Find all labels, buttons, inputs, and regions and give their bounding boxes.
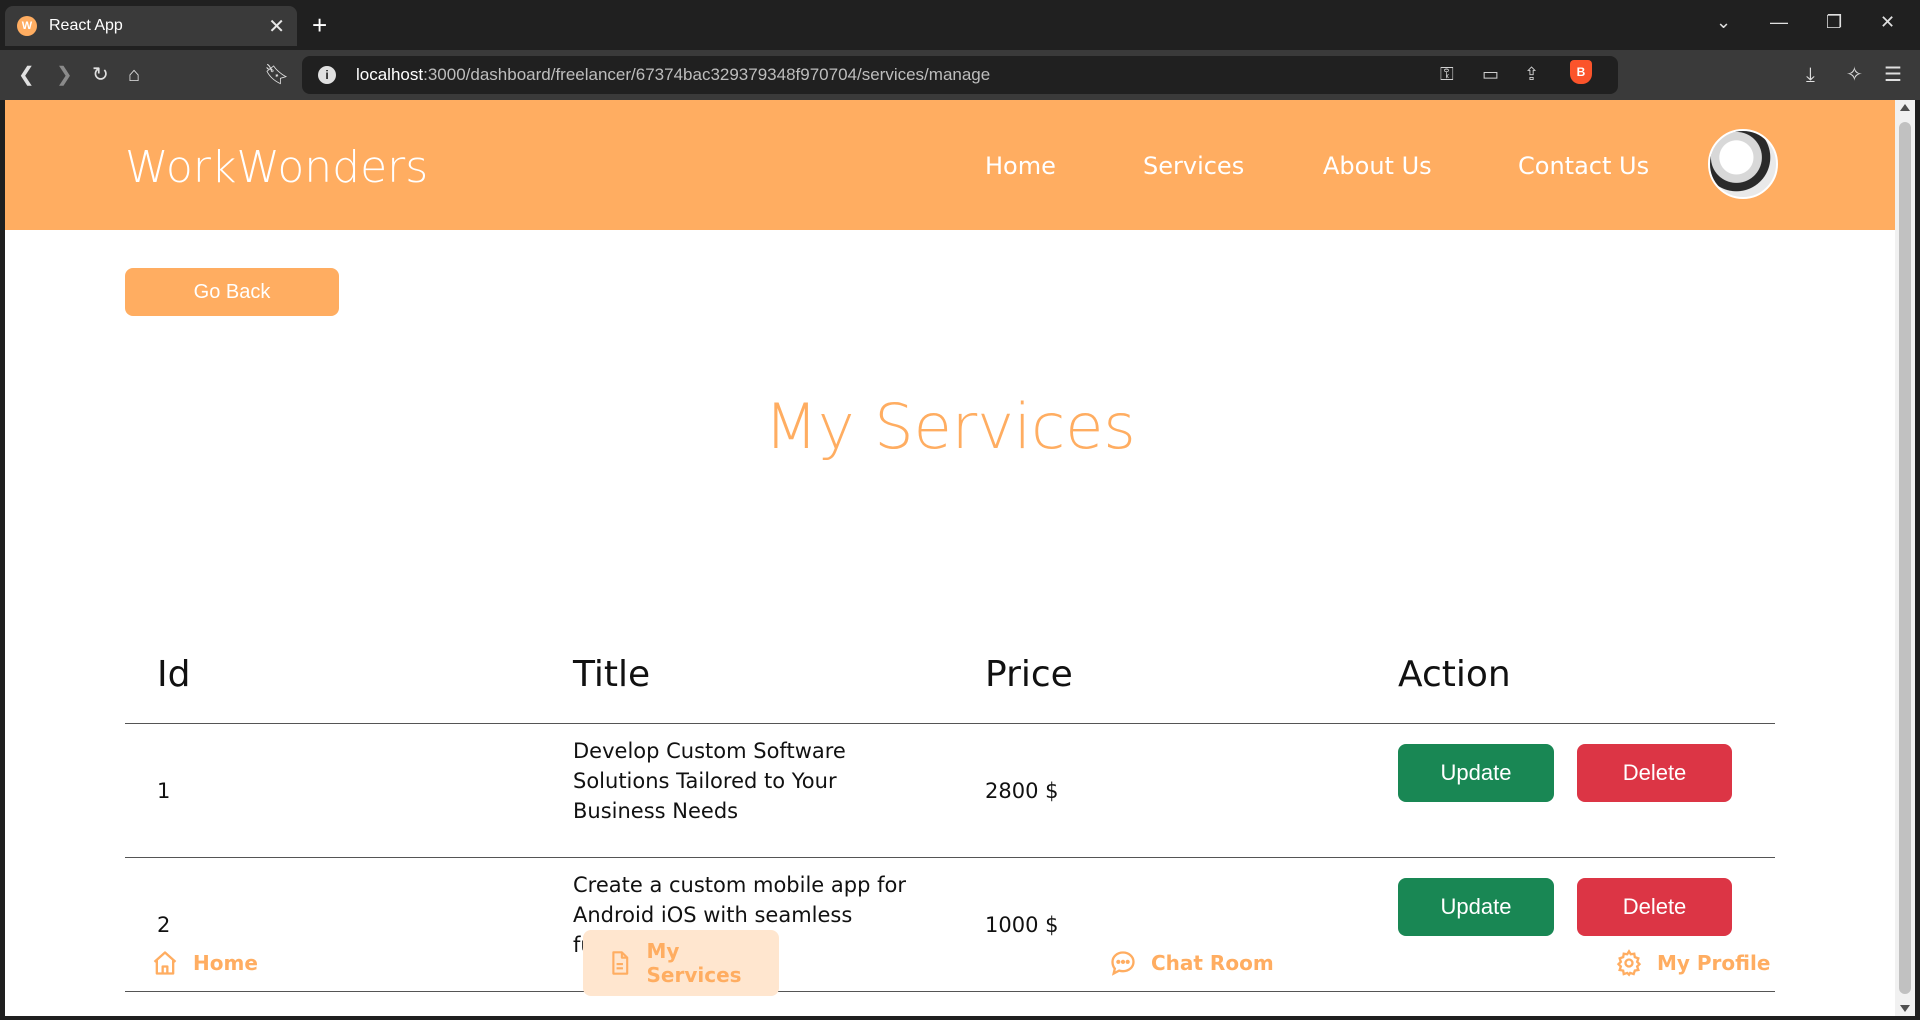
address-bar[interactable]: i localhost:3000/dashboard/freelancer/67… bbox=[302, 56, 1618, 94]
download-icon[interactable]: ⤓ bbox=[1806, 62, 1815, 88]
avatar[interactable] bbox=[1708, 129, 1778, 199]
delete-button[interactable]: Delete bbox=[1577, 878, 1732, 936]
menu-icon[interactable]: ☰ bbox=[1884, 62, 1902, 88]
home-icon[interactable]: ⌂ bbox=[128, 62, 140, 88]
bookmark-icon[interactable]: 🔖︎ bbox=[264, 62, 289, 88]
brand-logo[interactable]: WorkWonders bbox=[125, 142, 428, 193]
cell-price: 2800 $ bbox=[985, 779, 1059, 803]
cell-id: 1 bbox=[157, 779, 171, 803]
bottom-nav-my-profile[interactable]: My Profile bbox=[1615, 930, 1770, 996]
nav-link-contact-us[interactable]: Contact Us bbox=[1518, 152, 1649, 180]
home-icon bbox=[153, 951, 177, 975]
browser-tab[interactable]: W React App ✕ bbox=[5, 6, 297, 46]
update-button[interactable]: Update bbox=[1398, 878, 1554, 936]
bottom-nav-label: Chat Room bbox=[1151, 951, 1274, 975]
cell-title: Develop Custom Software Solutions Tailor… bbox=[573, 739, 846, 823]
brave-shield-icon[interactable]: B bbox=[1570, 60, 1592, 84]
tab-search-chevron-icon[interactable]: ⌄ bbox=[1716, 12, 1731, 33]
update-button[interactable]: Update bbox=[1398, 744, 1554, 802]
browser-tab-bar: W React App ✕ + ⌄ — ❐ ✕ bbox=[0, 0, 1920, 50]
scroll-down-icon[interactable] bbox=[1900, 1005, 1910, 1012]
go-back-button[interactable]: Go Back bbox=[125, 268, 339, 316]
forward-icon[interactable]: ❯ bbox=[56, 62, 73, 88]
document-icon bbox=[612, 951, 629, 975]
bottom-nav-my-services[interactable]: My Services bbox=[583, 930, 779, 996]
tab-title: React App bbox=[49, 17, 123, 34]
minimize-icon[interactable]: — bbox=[1770, 12, 1788, 33]
gear-icon bbox=[1616, 949, 1642, 977]
new-tab-icon[interactable]: + bbox=[312, 10, 327, 41]
column-header-title: Title bbox=[573, 654, 651, 695]
site-navbar: WorkWonders Home Services About Us Conta… bbox=[5, 100, 1895, 230]
bottom-nav-home[interactable]: Home bbox=[151, 930, 258, 996]
bottom-nav-label: My Profile bbox=[1657, 951, 1771, 975]
chat-bubble-icon bbox=[1111, 951, 1135, 976]
column-header-id: Id bbox=[157, 654, 191, 695]
bottom-nav-label: Home bbox=[193, 951, 258, 975]
close-window-icon[interactable]: ✕ bbox=[1880, 12, 1895, 33]
nav-link-home[interactable]: Home bbox=[985, 152, 1056, 180]
leo-ai-icon[interactable]: ✧ bbox=[1846, 62, 1863, 88]
bottom-nav-chat-room[interactable]: Chat Room bbox=[1109, 930, 1274, 996]
table-header: Id Title Price Action bbox=[125, 620, 1775, 724]
browser-toolbar: ❮ ❯ ↻ ⌂ 🔖︎ i localhost:3000/dashboard/fr… bbox=[0, 50, 1920, 100]
page-viewport: WorkWonders Home Services About Us Conta… bbox=[5, 100, 1895, 1016]
page-title: My Services bbox=[764, 390, 1136, 463]
url-path: :3000/dashboard/freelancer/67374bac32937… bbox=[423, 65, 991, 84]
reload-icon[interactable]: ↻ bbox=[92, 62, 109, 88]
site-info-icon[interactable]: i bbox=[318, 66, 336, 84]
nav-link-services[interactable]: Services bbox=[1143, 152, 1244, 180]
scroll-up-icon[interactable] bbox=[1900, 104, 1910, 111]
key-icon[interactable]: ⚿ bbox=[1440, 64, 1454, 85]
delete-button[interactable]: Delete bbox=[1577, 744, 1732, 802]
page-scrollbar[interactable] bbox=[1895, 100, 1915, 1016]
restore-icon[interactable]: ❐ bbox=[1826, 12, 1842, 33]
column-header-price: Price bbox=[985, 654, 1073, 695]
tab-favicon-icon: W bbox=[17, 16, 37, 36]
tab-close-icon[interactable]: ✕ bbox=[268, 14, 285, 39]
cast-icon[interactable]: ▭ bbox=[1482, 64, 1499, 85]
scrollbar-thumb[interactable] bbox=[1899, 122, 1911, 994]
share-icon[interactable]: ⇪ bbox=[1524, 64, 1539, 85]
column-header-action: Action bbox=[1398, 654, 1511, 695]
table-row: 1 Develop Custom Software Solutions Tail… bbox=[125, 724, 1775, 858]
back-icon[interactable]: ❮ bbox=[18, 62, 35, 88]
bottom-nav-label: My Services bbox=[646, 939, 742, 987]
url-host: localhost bbox=[356, 65, 424, 84]
nav-link-about-us[interactable]: About Us bbox=[1323, 152, 1432, 180]
bottom-nav: Home My Services Chat Room My Profile bbox=[125, 930, 1775, 1000]
